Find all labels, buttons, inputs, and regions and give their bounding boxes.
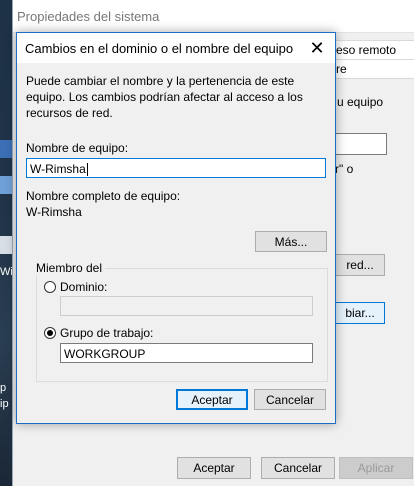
dialog-titlebar: Cambios en el dominio o el nombre del eq… (17, 33, 335, 63)
member-of-label: Miembro del (33, 261, 106, 275)
full-name-label: Nombre completo de equipo: (26, 189, 181, 203)
parent-cancel-button[interactable]: Cancelar (261, 457, 335, 479)
parent-apply-button[interactable]: Aplicar (339, 457, 413, 479)
full-name-value: W-Rimsha (26, 205, 82, 219)
parent-window-title: Propiedades del sistema (17, 8, 160, 24)
cancel-button[interactable]: Cancelar (254, 389, 326, 410)
radio-selected-dot (47, 330, 53, 336)
more-button[interactable]: Más... (255, 231, 327, 252)
text-cursor (86, 163, 88, 177)
dialog-description: Puede cambiar el nombre y la pertenencia… (26, 74, 303, 120)
parent-field-fragment (335, 133, 387, 155)
domain-label: Dominio: (60, 280, 108, 294)
accept-button[interactable]: Aceptar (176, 389, 248, 410)
domain-radio[interactable] (44, 281, 56, 293)
recycle-bin-icon[interactable] (0, 236, 12, 254)
workgroup-input[interactable]: WORKGROUP (60, 343, 313, 363)
computer-name-dialog: Cambios en el dominio o el nombre del eq… (16, 32, 336, 424)
computer-name-input[interactable]: W-Rimsha (26, 158, 326, 178)
computer-name-label: Nombre de equipo: (26, 141, 129, 155)
workgroup-radio[interactable] (44, 327, 56, 339)
network-id-button[interactable]: red... (335, 254, 385, 276)
change-button[interactable]: biar... (335, 302, 385, 324)
dialog-title: Cambios en el dominio o el nombre del eq… (25, 40, 294, 56)
desktop-label: p (0, 382, 7, 394)
domain-input[interactable] (60, 296, 313, 316)
parent-text-fragment: u equipo (337, 95, 384, 109)
parent-accept-button[interactable]: Aceptar (177, 457, 251, 479)
workgroup-label: Grupo de trabajo: (60, 326, 154, 340)
desktop-label: Wi (0, 266, 13, 278)
desktop-shortcut-icon[interactable] (0, 140, 12, 158)
parent-text-fragment: r" o (335, 162, 354, 176)
parent-titlebar: Propiedades del sistema (13, 0, 414, 33)
desktop-shortcut-icon[interactable] (0, 176, 12, 194)
close-icon[interactable]: ✕ (307, 38, 327, 58)
tab-remote-access[interactable]: eso remoto (331, 40, 414, 60)
computer-name-value: W-Rimsha (30, 162, 86, 176)
desktop-label: ip (0, 398, 9, 410)
tab-fragment[interactable]: re (331, 60, 414, 79)
